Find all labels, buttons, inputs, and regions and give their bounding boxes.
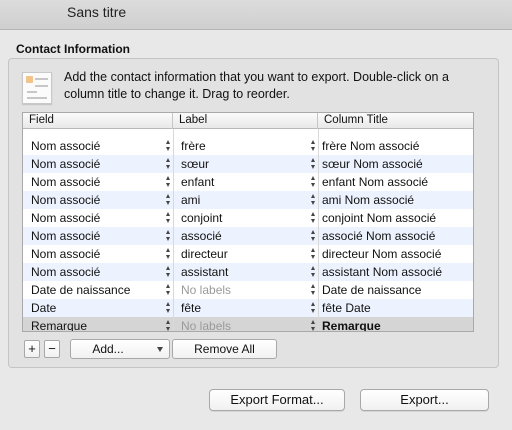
table-row[interactable]: Nom associé conjoint conjoint Nom associé [23,209,473,227]
label-popup-arrows-icon[interactable] [310,284,317,296]
column-title-cell[interactable]: conjoint Nom associé [322,209,472,227]
column-title-cell[interactable]: enfant Nom associé [322,173,472,191]
field-popup-arrows-icon[interactable] [165,140,172,152]
label-cell: enfant [181,175,215,189]
field-popup-arrows-icon[interactable] [165,230,172,242]
label-cell: sœur [181,157,209,171]
table-row[interactable]: Remarque No labels Remarque [23,317,473,332]
label-popup-arrows-icon[interactable] [310,230,317,242]
field-cell: Nom associé [31,139,101,153]
fields-table[interactable]: Field Label Column Title Nom associé frèr… [22,112,474,332]
label-popup-arrows-icon[interactable] [310,140,317,152]
label-popup-arrows-icon[interactable] [310,212,317,224]
table-row[interactable]: Date fête fête Date [23,299,473,317]
column-title-cell[interactable]: ami Nom associé [322,191,472,209]
column-divider [318,129,319,331]
field-popup-arrows-icon[interactable] [165,266,172,278]
column-divider [173,129,174,331]
window-title: Sans titre [67,4,127,20]
window-title-bar: Sans titre [0,0,512,30]
field-popup-arrows-icon[interactable] [165,284,172,296]
field-cell: Date [31,301,57,315]
field-popup-arrows-icon[interactable] [165,302,172,314]
column-header-field[interactable]: Field [23,113,173,129]
export-button[interactable]: Export... [360,389,489,411]
field-cell: Nom associé [31,265,101,279]
column-title-cell[interactable]: directeur Nom associé [322,245,472,263]
label-popup-arrows-icon[interactable] [310,302,317,314]
instruction-text: Add the contact information that you wan… [64,70,449,101]
field-cell: Nom associé [31,157,101,171]
field-popup-arrows-icon[interactable] [165,176,172,188]
label-cell: No labels [181,319,232,332]
remove-row-button[interactable]: − [44,340,60,358]
label-cell: ami [181,193,201,207]
field-cell: Nom associé [31,193,101,207]
table-row[interactable]: Nom associé enfant enfant Nom associé [23,173,473,191]
field-popup-arrows-icon[interactable] [165,158,172,170]
label-popup-arrows-icon[interactable] [310,176,317,188]
field-popup-arrows-icon[interactable] [165,212,172,224]
table-row[interactable]: Nom associé ami ami Nom associé [23,191,473,209]
field-cell: Remarque [31,319,88,332]
field-cell: Date de naissance [31,283,131,297]
label-cell: No labels [181,283,232,297]
table-row[interactable]: Nom associé assistant assistant Nom associ… [23,263,473,281]
column-title-cell[interactable]: associé Nom associé [322,227,472,245]
label-cell: directeur [181,247,228,261]
column-header-column-title[interactable]: Column Title [318,113,473,129]
field-cell: Nom associé [31,175,101,189]
column-header-label[interactable]: Label [173,113,318,129]
field-popup-arrows-icon[interactable] [165,320,172,331]
field-cell: Nom associé [31,247,101,261]
label-cell: assistant [181,265,229,279]
field-cell: Nom associé [31,229,101,243]
label-cell: frère [181,139,206,153]
popup-caret-icon [157,347,163,352]
label-cell: associé [181,229,222,243]
column-title-cell[interactable]: frère Nom associé [322,137,472,155]
field-popup-arrows-icon[interactable] [165,248,172,260]
export-format-button[interactable]: Export Format... [209,389,345,411]
column-title-cell[interactable]: Date de naissance [322,281,472,299]
document-icon [22,72,52,104]
table-row[interactable]: Nom associé associé associé Nom associé [23,227,473,245]
table-row[interactable]: Nom associé directeur directeur Nom associ… [23,245,473,263]
table-row[interactable]: Nom associé frère frère Nom associé [23,137,473,155]
section-title: Contact Information [16,42,130,56]
label-cell: conjoint [181,211,223,225]
table-header: Field Label Column Title [23,113,473,129]
column-title-cell[interactable]: fête Date [322,299,472,317]
column-title-cell[interactable]: assistant Nom associé [322,263,472,281]
field-cell: Nom associé [31,211,101,225]
label-popup-arrows-icon[interactable] [310,320,317,331]
label-popup-arrows-icon[interactable] [310,194,317,206]
add-row-button[interactable]: + [24,340,40,358]
table-row[interactable]: Date de naissance No labels Date de naissa… [23,281,473,299]
label-popup-arrows-icon[interactable] [310,248,317,260]
column-title-cell[interactable]: Remarque [322,317,472,331]
table-row[interactable]: Nom associé sœur sœur Nom associé [23,155,473,173]
remove-all-button[interactable]: Remove All [172,339,277,359]
add-field-popup[interactable]: Add... [70,339,170,359]
label-cell: fête [181,301,202,315]
field-popup-arrows-icon[interactable] [165,194,172,206]
add-field-label: Add... [92,342,124,356]
column-title-cell[interactable]: sœur Nom associé [322,155,472,173]
label-popup-arrows-icon[interactable] [310,266,317,278]
label-popup-arrows-icon[interactable] [310,158,317,170]
